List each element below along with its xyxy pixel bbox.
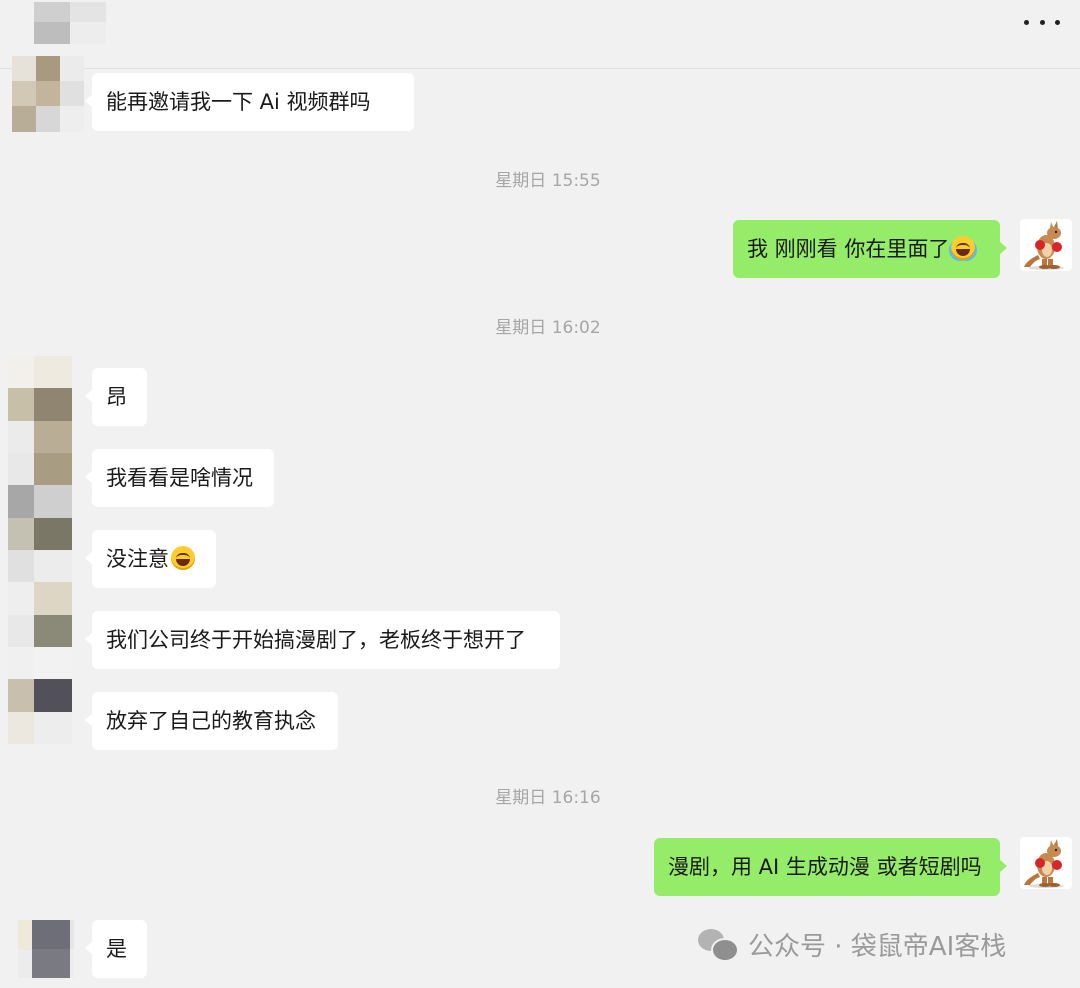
message-bubble[interactable]: 放弃了自己的教育执念 bbox=[85, 692, 338, 750]
kangaroo-icon bbox=[1024, 839, 1064, 888]
message-text: 我 刚刚看 你在里面了 bbox=[747, 237, 950, 261]
message-bubble[interactable]: 漫剧，用 AI 生成动漫 或者短剧吗 bbox=[654, 838, 1007, 896]
timestamp: 星期日 15:55 bbox=[495, 171, 601, 191]
message-bubble[interactable]: 我们公司终于开始搞漫剧了，老板终于想开了 bbox=[85, 611, 560, 669]
grinning-emoji-icon bbox=[171, 546, 195, 570]
my-avatar[interactable] bbox=[1020, 837, 1072, 889]
tears-of-joy-emoji-icon bbox=[951, 236, 976, 260]
watermark: 公众号 · 袋鼠帝AI客栈 bbox=[698, 924, 1006, 964]
kangaroo-icon bbox=[1024, 221, 1064, 270]
chat-header bbox=[0, 0, 1080, 69]
message-bubble[interactable]: 没注意 bbox=[85, 530, 216, 588]
my-avatar[interactable] bbox=[1020, 219, 1072, 271]
message-bubble[interactable]: 我 刚刚看 你在里面了 bbox=[733, 220, 1007, 278]
contact-avatar[interactable] bbox=[34, 2, 106, 44]
message-text: 是 bbox=[106, 937, 127, 961]
more-options-icon[interactable] bbox=[1024, 12, 1060, 32]
message-text: 能再邀请我一下 Ai 视频群吗 bbox=[106, 90, 371, 114]
watermark-text: 公众号 · 袋鼠帝AI客栈 bbox=[748, 931, 1007, 962]
message-bubble[interactable]: 昂 bbox=[85, 368, 147, 426]
message-bubble[interactable]: 能再邀请我一下 Ai 视频群吗 bbox=[85, 73, 414, 131]
message-text: 我们公司终于开始搞漫剧了，老板终于想开了 bbox=[106, 628, 526, 652]
timestamp: 星期日 16:02 bbox=[495, 318, 601, 338]
message-text: 没注意 bbox=[106, 547, 169, 571]
message-text: 放弃了自己的教育执念 bbox=[106, 709, 316, 733]
message-bubble[interactable]: 是 bbox=[85, 920, 147, 978]
message-bubble[interactable]: 我看看是啥情况 bbox=[85, 449, 274, 507]
message-text: 我看看是啥情况 bbox=[106, 466, 253, 490]
contact-avatar[interactable] bbox=[18, 920, 74, 978]
message-text: 昂 bbox=[106, 385, 127, 409]
contact-avatar[interactable] bbox=[8, 356, 72, 744]
wechat-icon bbox=[698, 927, 739, 962]
contact-avatar[interactable] bbox=[12, 56, 84, 132]
timestamp: 星期日 16:16 bbox=[495, 788, 601, 808]
message-text: 漫剧，用 AI 生成动漫 或者短剧吗 bbox=[668, 855, 982, 879]
